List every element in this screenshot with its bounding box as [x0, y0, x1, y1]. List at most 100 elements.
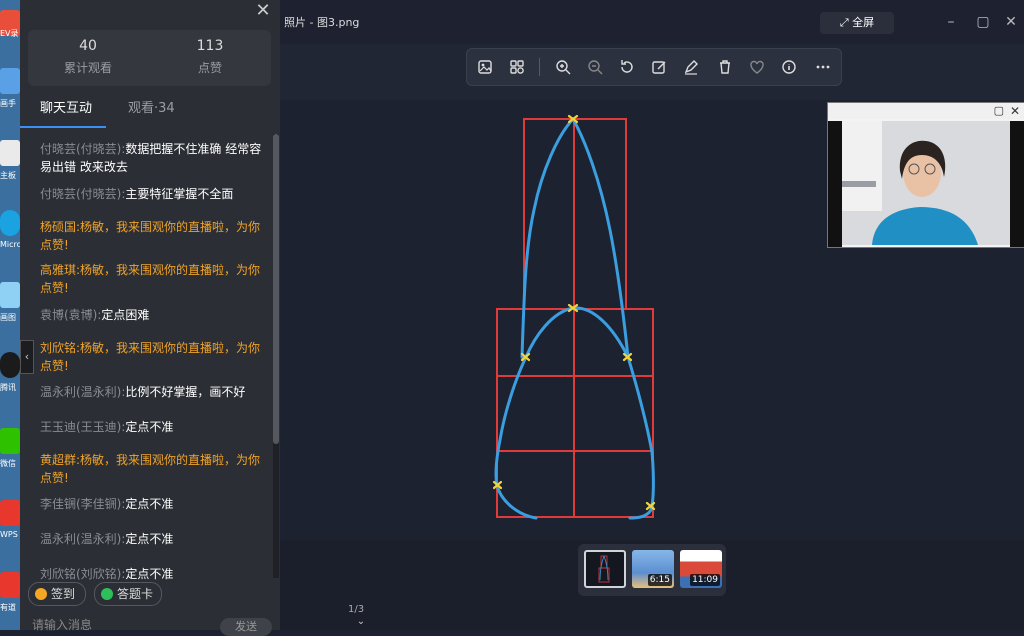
photo-viewer-window: 照片 - 图3.png ⤢ 全屏 – ▢ ✕ 6:15 11:09 1/3 ⌄ — [280, 0, 1024, 630]
close-icon[interactable]: ✕ — [1010, 103, 1020, 119]
stat-value: 40 — [79, 38, 97, 54]
close-window-icon[interactable]: ✕ — [996, 10, 1024, 34]
root-right-edge — [626, 355, 655, 520]
webcam-letterbox — [828, 121, 842, 247]
active-tab-indicator — [20, 126, 106, 128]
message-author: 黄超群: — [40, 453, 81, 467]
webcam-title-bar: ▢ ✕ — [828, 103, 1024, 119]
presenter-video-frame — [842, 121, 1010, 245]
zoom-in-icon[interactable] — [551, 55, 575, 79]
desktop-icon-label: WPS O — [0, 530, 20, 539]
thumbnail-video-1[interactable]: 6:15 — [632, 550, 674, 588]
live-chat-panel: ✕ 40 累计观看 113 点赞 聊天互动 观看·34 付晓芸(付晓芸):数据把… — [20, 0, 280, 636]
title-bar: 照片 - 图3.png ⤢ 全屏 – ▢ ✕ — [280, 0, 1024, 44]
heart-icon[interactable] — [745, 55, 769, 79]
expand-icon: ⤢ — [839, 16, 849, 29]
chat-message: 付晓芸(付晓芸):主要特征掌握不全面 — [40, 185, 272, 203]
chat-message: 温永利(温永利):定点不准 — [40, 530, 272, 548]
answer-card-label: 答题卡 — [117, 587, 154, 601]
more-icon[interactable] — [811, 55, 835, 79]
crown-right-edge — [571, 117, 630, 359]
chevron-down-icon[interactable]: ⌄ — [350, 616, 372, 630]
desktop-icon-qq[interactable] — [0, 352, 20, 378]
message-author: 温永利(温永利): — [40, 532, 126, 546]
message-text: 定点不准 — [125, 567, 174, 580]
desktop-icon-label: 画手 — [0, 99, 16, 108]
message-author: 袁博(袁博): — [40, 308, 102, 322]
image-icon[interactable] — [473, 55, 497, 79]
panel-tabs: 聊天互动 观看·34 — [20, 96, 280, 130]
chat-message: 黄超群:杨敏，我来围观你的直播啦，为你点赞! — [40, 451, 272, 487]
viewer-toolbar — [466, 48, 842, 86]
chat-message: 温永利(温永利):比例不好掌握，画不好 — [40, 383, 272, 401]
collapse-panel-button[interactable]: ‹ — [20, 340, 34, 374]
desktop-icon-wps[interactable] — [0, 500, 20, 526]
message-text: 定点不准 — [125, 497, 174, 511]
desktop-icon-board[interactable] — [0, 140, 20, 166]
apps-icon[interactable] — [505, 55, 529, 79]
desktop-icon-paint-app[interactable] — [0, 68, 20, 94]
scrollbar-thumb[interactable] — [273, 134, 279, 444]
close-icon[interactable]: ✕ — [254, 2, 272, 20]
chat-message: 李佳锎(李佳锎):定点不准 — [40, 495, 272, 513]
thumbnail-drawing-preview — [598, 555, 610, 583]
message-author: 李佳锎(李佳锎): — [40, 497, 126, 511]
message-author: 温永利(温永利): — [40, 385, 126, 399]
zoom-out-icon[interactable] — [583, 55, 607, 79]
draw-icon[interactable] — [679, 55, 703, 79]
desktop-icon-label: 主板 — [0, 171, 16, 180]
check-in-label: 签到 — [51, 587, 76, 601]
message-author: 刘欣铭(刘欣铭): — [40, 567, 126, 580]
chat-message: 付晓芸(付晓芸):数据把握不住准确 经常容易出错 改来改去 — [40, 140, 272, 176]
stat-label: 点赞 — [197, 61, 222, 75]
desktop-icon-label: 有道 — [0, 603, 16, 612]
chat-message: 高雅琪:杨敏，我来围观你的直播啦，为你点赞! — [40, 261, 272, 297]
desktop-icons-strip: EV录 画手 主板 Micro Edg 画图 腾讯 微信 WPS O 有道 — [0, 0, 20, 630]
chat-message: 王玉迪(王玉迪):定点不准 — [40, 418, 272, 436]
answer-card-icon — [101, 588, 113, 600]
webcam-letterbox — [1010, 121, 1024, 247]
fullscreen-label: 全屏 — [852, 16, 875, 29]
filmstrip-bar: 6:15 11:09 1/3 ⌄ — [280, 540, 1024, 630]
message-text: 比例不好掌握，画不好 — [125, 385, 246, 399]
info-icon[interactable] — [777, 55, 801, 79]
chat-message: 杨硕国:杨敏，我来围观你的直播啦，为你点赞! — [40, 218, 272, 254]
chat-scrollbar[interactable] — [273, 134, 279, 578]
desktop-icon-paint[interactable] — [0, 282, 20, 308]
desktop-icon-edge[interactable] — [0, 210, 20, 236]
chat-message: 刘欣铭(刘欣铭):定点不准 — [40, 565, 272, 580]
thumbnail-duration: 11:09 — [690, 574, 720, 586]
maximize-icon[interactable]: ▢ — [994, 103, 1004, 119]
desktop-icon-label: 微信 — [0, 459, 16, 468]
message-input[interactable]: 请输入消息 — [32, 616, 192, 634]
stats-card: 40 累计观看 113 点赞 — [28, 30, 271, 86]
thumbnail-duration: 6:15 — [647, 574, 672, 586]
thumbnail-video-2[interactable]: 11:09 — [680, 550, 722, 588]
tab-viewers[interactable]: 观看·34 — [128, 100, 175, 118]
message-author: 王玉迪(王玉迪): — [40, 420, 126, 434]
message-text: 主要特征掌握不全面 — [125, 187, 234, 201]
desktop-icon-label: 腾讯 — [0, 383, 16, 392]
thumbnail-strip: 6:15 11:09 — [578, 544, 726, 596]
stat-total-views: 40 累计观看 — [28, 36, 148, 78]
desktop-icon-youdao[interactable] — [0, 572, 20, 598]
answer-card-button[interactable]: 答题卡 — [94, 582, 162, 606]
thumbnail-current[interactable] — [584, 550, 626, 588]
toolbar-separator — [539, 58, 540, 76]
send-button[interactable]: 发送 — [220, 618, 272, 636]
guide-grid — [496, 118, 654, 518]
delete-icon[interactable] — [713, 55, 737, 79]
rotate-icon[interactable] — [615, 55, 639, 79]
chat-message: 袁博(袁博):定点困难 — [40, 306, 272, 324]
desktop-icon-wechat[interactable] — [0, 428, 20, 454]
message-text: 定点不准 — [125, 532, 174, 546]
webcam-overlay[interactable]: ▢ ✕ — [827, 102, 1024, 248]
edit-icon[interactable] — [647, 55, 671, 79]
maximize-icon[interactable]: ▢ — [968, 10, 998, 34]
minimize-icon[interactable]: – — [936, 10, 966, 34]
chat-message-list[interactable]: 付晓芸(付晓芸):数据把握不住准确 经常容易出错 改来改去 付晓芸(付晓芸):主… — [20, 136, 272, 580]
tab-chat[interactable]: 聊天互动 — [40, 100, 92, 118]
fullscreen-button[interactable]: ⤢ 全屏 — [820, 12, 894, 34]
stat-label: 累计观看 — [63, 61, 112, 75]
check-in-button[interactable]: 签到 — [28, 582, 86, 606]
